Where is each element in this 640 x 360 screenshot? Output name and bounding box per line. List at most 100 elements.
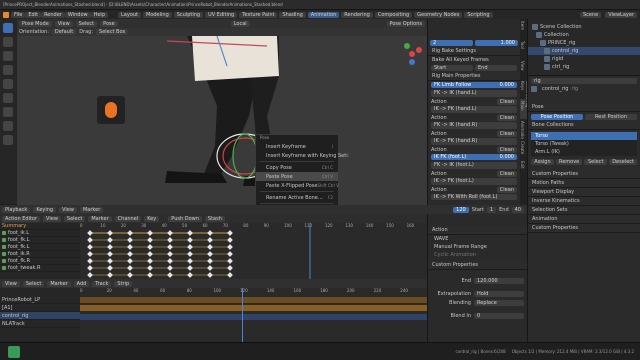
frame-value[interactable]: 2 (430, 39, 473, 46)
bone-collection-item[interactable]: Arm.L (IK) (531, 148, 637, 156)
rig-clean-button[interactable]: Clean (496, 186, 517, 193)
select-menu[interactable]: Select (75, 20, 98, 27)
select-tool-icon[interactable] (3, 23, 13, 33)
mode-select[interactable]: Pose Mode (19, 20, 52, 27)
side-tab-animation[interactable]: Animation (520, 119, 525, 139)
keyframe[interactable] (207, 237, 213, 243)
bake-settings-header[interactable]: Rig Bake Settings (428, 47, 520, 56)
rig-clean-button[interactable]: Clean (496, 98, 517, 105)
keyframe[interactable] (147, 230, 153, 236)
keyframe[interactable] (127, 251, 133, 257)
select-button[interactable]: Select (584, 159, 608, 165)
move-tool-icon[interactable] (3, 51, 13, 61)
drag-select[interactable]: Select Box (96, 29, 129, 35)
keyframe[interactable] (207, 258, 213, 264)
keyframe[interactable] (167, 244, 173, 250)
custom-props-header[interactable]: Custom Properties (428, 261, 527, 270)
menu-item-paste-pose[interactable]: Paste Pose Ctrl V (256, 172, 338, 181)
nla-track-row[interactable]: NLATrack (0, 320, 80, 328)
channel-row[interactable]: foot_fk.L (0, 237, 80, 244)
deselect-button[interactable]: Deselect (609, 159, 637, 165)
keyframe[interactable] (107, 265, 113, 271)
outliner-item[interactable]: rigid (528, 55, 640, 63)
keyframe[interactable] (187, 251, 193, 257)
scene-select[interactable]: Scene (579, 11, 602, 18)
rest-position-button[interactable]: Rest Position (585, 113, 637, 120)
keyframe[interactable] (167, 265, 173, 271)
marker-menu-tl[interactable]: Marker (79, 206, 104, 213)
keyframe[interactable] (147, 265, 153, 271)
push-down-button[interactable]: Push Down (168, 215, 202, 222)
outliner-item[interactable]: control_rig (528, 47, 640, 55)
pose-position-button[interactable]: Pose Position (531, 113, 583, 120)
keyframe[interactable] (187, 265, 193, 271)
keyframe[interactable] (167, 251, 173, 257)
keyframe[interactable] (107, 244, 113, 250)
current-frame[interactable]: 120 (453, 206, 469, 213)
keyframe[interactable] (207, 251, 213, 257)
blend-in-field[interactable]: 0 (474, 312, 524, 319)
side-tab-create[interactable]: Create (520, 139, 525, 159)
end-frame[interactable]: 40 (511, 206, 524, 213)
props-section-animation[interactable]: Animation (528, 215, 640, 224)
rig-clean-button[interactable]: Clean (496, 146, 517, 153)
nla-strip-1[interactable] (80, 297, 427, 303)
rig-op-button[interactable]: IK -> FK (hand.L) (431, 106, 517, 113)
ik-fk-foot[interactable]: IK FK (foot.L) 0.000 (431, 154, 517, 160)
stash-button[interactable]: Stash (204, 215, 225, 222)
tab-rendering[interactable]: Rendering (341, 11, 373, 18)
keyframe[interactable] (187, 230, 193, 236)
side-tab-edit[interactable]: Edit (520, 159, 525, 179)
ik-fk-roll-button[interactable]: IK -> FK With Roll (foot.L) (431, 194, 517, 200)
rig-op-button[interactable]: IK -> FK (foot.L) (431, 178, 517, 185)
tab-layout[interactable]: Layout (118, 11, 141, 18)
keyframe[interactable] (87, 230, 93, 236)
rig-op-button[interactable]: FK -> IK (hand.R) (431, 122, 517, 129)
props-section-custom-properties[interactable]: Custom Properties (528, 224, 640, 233)
rig-clean-button[interactable]: Clean (496, 170, 517, 177)
viewport-3d[interactable]: Pose Mode View Select Pose Local Pose Op… (17, 19, 427, 205)
keyframe[interactable] (227, 265, 233, 271)
cursor-tool-icon[interactable] (3, 37, 13, 47)
keyframe[interactable] (107, 230, 113, 236)
rig-clean-button[interactable]: Clean (496, 130, 517, 137)
ae-channel[interactable]: Channel (114, 215, 142, 222)
transform-tool-icon[interactable] (3, 93, 13, 103)
measure-tool-icon[interactable] (3, 121, 13, 131)
keyframe[interactable] (187, 258, 193, 264)
outliner-item[interactable]: PRINCE_rig (528, 39, 640, 47)
nla-track[interactable]: Track (92, 280, 112, 287)
keyframe[interactable] (227, 237, 233, 243)
bone-collection-item[interactable]: Torso (Tweak) (531, 140, 637, 148)
keyframe[interactable] (227, 258, 233, 264)
keyframe[interactable] (167, 237, 173, 243)
rig-clean-button[interactable]: Clean (496, 114, 517, 121)
action-name[interactable]: WAVE (428, 235, 527, 243)
pose-menu[interactable]: Pose (100, 20, 118, 27)
start-frame[interactable]: 1 (486, 206, 497, 213)
tab-shading[interactable]: Shading (279, 11, 306, 18)
keyframe[interactable] (187, 237, 193, 243)
bone-collections-header[interactable]: Bone Collections (528, 121, 640, 130)
assign-button[interactable]: Assign (531, 159, 554, 165)
tab-animation[interactable]: Animation (307, 11, 340, 18)
keyframe[interactable] (187, 272, 193, 278)
keyframe[interactable] (87, 244, 93, 250)
rig-main-props-header[interactable]: Rig Main Properties (428, 72, 520, 81)
rig-op-button[interactable]: FK -> IK (foot.L) (431, 162, 517, 169)
menu-item-rename-active-bone[interactable]: Rename Active Bone... F2 (256, 193, 338, 202)
channel-row[interactable]: foot_ik.L (0, 230, 80, 237)
menu-edit[interactable]: Edit (25, 11, 42, 18)
side-tab-tool[interactable]: Tool (520, 39, 525, 59)
pose-section[interactable]: Pose (528, 103, 640, 112)
keyframe[interactable] (87, 258, 93, 264)
menu-window[interactable]: Window (64, 11, 91, 18)
props-section-motion-paths[interactable]: Motion Paths (528, 179, 640, 188)
keyframe[interactable] (227, 244, 233, 250)
menu-file[interactable]: File (11, 11, 26, 18)
bake-all-checkbox[interactable]: Bake All Keyed Frames (428, 56, 520, 64)
channel-row[interactable]: foot_tweak.R (0, 265, 80, 272)
cyclic-checkbox[interactable]: Cyclic Animation (428, 251, 527, 259)
rig-op-button[interactable]: FK -> IK (hand.L) (431, 90, 517, 97)
keyframe[interactable] (107, 251, 113, 257)
